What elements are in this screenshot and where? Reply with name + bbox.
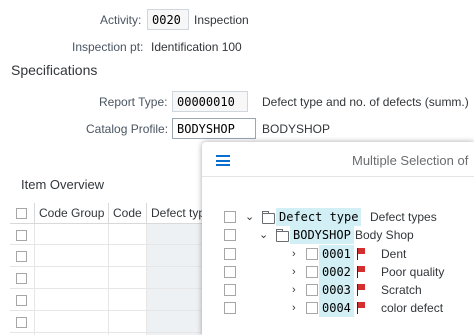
item-checkbox[interactable]	[306, 248, 318, 260]
tree-row-item[interactable]: › 0002 Poor quality	[202, 263, 474, 281]
flag-icon	[357, 284, 366, 296]
inspection-pt-value: Identification 100	[151, 40, 242, 54]
item-code: 0003	[319, 281, 354, 299]
item-text: color defect	[381, 301, 444, 315]
tree-row-item[interactable]: › 0003 Scratch	[202, 281, 474, 299]
tree-row-checkbox[interactable]	[224, 302, 236, 314]
row-checkbox[interactable]	[16, 251, 27, 262]
tree-root-text: Defect types	[370, 210, 437, 224]
tree-row-checkbox[interactable]	[224, 248, 236, 260]
chevron-down-icon[interactable]: ⌄	[245, 208, 254, 226]
tree-row-checkbox[interactable]	[224, 211, 236, 223]
tree-row-checkbox[interactable]	[224, 284, 236, 296]
flag-icon	[357, 266, 366, 278]
item-text: Poor quality	[381, 265, 445, 279]
select-all-checkbox[interactable]	[16, 208, 27, 219]
tree-group-code: BODYSHOP	[290, 226, 354, 244]
specifications-title: Specifications	[11, 62, 98, 78]
flag-icon	[357, 248, 366, 260]
tree-group-text: Body Shop	[355, 228, 414, 242]
column-header-defect-type[interactable]: Defect typ	[151, 203, 205, 223]
dialog-header: Multiple Selection of	[202, 142, 474, 177]
item-checkbox[interactable]	[306, 266, 318, 278]
catalog-profile-label: Catalog Profile:	[86, 122, 169, 136]
item-code: 0002	[319, 263, 354, 281]
tree-row-checkbox[interactable]	[224, 266, 236, 278]
folder-icon	[262, 211, 275, 224]
report-type-field[interactable]: 00000010	[172, 91, 248, 112]
catalog-profile-field[interactable]: BODYSHOP	[172, 118, 256, 139]
menu-icon[interactable]	[216, 155, 230, 166]
chevron-right-icon[interactable]: ›	[292, 281, 296, 299]
chevron-down-icon[interactable]: ⌄	[259, 226, 268, 244]
folder-icon	[276, 229, 289, 242]
tree-root-code: Defect type	[276, 208, 362, 226]
flag-icon	[357, 302, 366, 314]
dialog-title: Multiple Selection of	[352, 153, 469, 168]
activity-text: Inspection	[194, 13, 249, 27]
item-code: 0004	[319, 299, 354, 317]
item-checkbox[interactable]	[306, 284, 318, 296]
report-type-text: Defect type and no. of defects (summ.)	[262, 95, 469, 109]
row-checkbox[interactable]	[16, 230, 27, 241]
row-checkbox[interactable]	[16, 273, 27, 284]
chevron-right-icon[interactable]: ›	[292, 245, 296, 263]
activity-label: Activity:	[100, 13, 142, 27]
item-checkbox[interactable]	[306, 302, 318, 314]
column-header-code[interactable]: Code	[113, 203, 142, 223]
catalog-profile-text: BODYSHOP	[262, 122, 331, 136]
tree-row-checkbox[interactable]	[224, 229, 236, 241]
item-code: 0001	[319, 245, 354, 263]
tree-row-item[interactable]: › 0004 color defect	[202, 299, 474, 317]
item-overview-title: Item Overview	[21, 177, 105, 192]
row-checkbox[interactable]	[16, 317, 27, 328]
chevron-right-icon[interactable]: ›	[292, 299, 296, 317]
defect-type-column	[146, 224, 210, 335]
multiple-selection-dialog: Multiple Selection of ⌄ Defect type Defe…	[202, 142, 474, 335]
tree-row-item[interactable]: › 0001 Dent	[202, 245, 474, 263]
row-checkbox[interactable]	[16, 295, 27, 306]
column-header-code-group[interactable]: Code Group	[39, 203, 104, 223]
activity-field[interactable]: 0020	[147, 9, 189, 30]
item-text: Dent	[381, 247, 407, 261]
tree-row-group[interactable]: ⌄ BODYSHOP Body Shop	[202, 226, 474, 244]
item-table-header: Code Group Code Defect typ	[10, 203, 210, 224]
tree-row-root[interactable]: ⌄ Defect type Defect types	[202, 208, 474, 226]
inspection-pt-label: Inspection pt:	[72, 40, 144, 54]
item-text: Scratch	[381, 283, 422, 297]
report-type-label: Report Type:	[99, 95, 168, 109]
chevron-right-icon[interactable]: ›	[292, 263, 296, 281]
